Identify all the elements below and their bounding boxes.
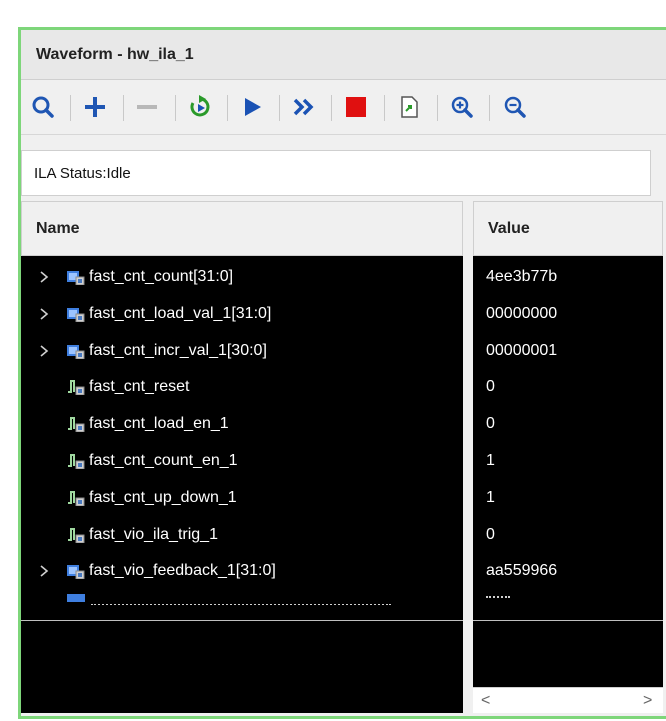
stop-icon[interactable] [338, 89, 374, 125]
expand-chevron-icon[interactable] [37, 341, 51, 361]
signal-value-row[interactable]: aa559966 [473, 553, 663, 589]
toolbar-separator [123, 95, 124, 121]
signal-value: aa559966 [486, 562, 558, 580]
signal-value: 1 [486, 452, 495, 469]
signal-row[interactable]: fast_cnt_count_en_1 [21, 443, 463, 479]
signal-value-row[interactable]: 1 [473, 443, 663, 479]
signal-row[interactable]: fast_cnt_incr_val_1[30:0] [21, 333, 463, 369]
signal-value-row[interactable]: 0 [473, 517, 663, 553]
plus-icon[interactable] [77, 89, 113, 125]
toolbar-separator [437, 95, 438, 121]
signal-name: fast_cnt_count[31:0] [89, 268, 234, 285]
signal-name: fast_cnt_up_down_1 [89, 488, 237, 506]
signal-name: fast_cnt_incr_val_1[30:0] [89, 341, 267, 359]
signal-value: 1 [486, 488, 495, 506]
signal-name: fast_vio_ila_trig_1 [89, 525, 218, 543]
name-column-label: Name [36, 220, 80, 237]
value-column-header[interactable]: Value [473, 201, 663, 256]
bit-signal-icon [67, 416, 85, 433]
signal-row[interactable]: fast_cnt_load_en_1 [21, 406, 463, 442]
fast-forward-icon[interactable] [286, 89, 322, 125]
signal-value-row[interactable]: 4ee3b77b [473, 259, 663, 295]
toolbar-separator [227, 95, 228, 121]
minus-icon[interactable] [129, 89, 165, 125]
bit-signal-icon [67, 379, 85, 396]
title-bar: Waveform - hw_ila_1 [21, 30, 666, 80]
signal-value-pane: Value 4ee3b77b 00000000 00000001 0 0 1 1 0 aa559… [473, 201, 663, 713]
run-trigger-immediate-icon[interactable] [182, 89, 218, 125]
search-icon[interactable] [25, 89, 61, 125]
toolbar-separator [279, 95, 280, 121]
signal-value: 0 [486, 378, 495, 396]
toolbar-separator [384, 95, 385, 121]
signal-value: 00000001 [486, 341, 558, 359]
clipped-value-row [486, 596, 510, 600]
signal-value: 4ee3b77b [486, 268, 558, 285]
bit-signal-icon [67, 453, 85, 470]
bus-signal-icon [67, 343, 85, 360]
toolbar-separator [70, 95, 71, 121]
signal-name: fast_cnt_count_en_1 [89, 452, 238, 469]
run-trigger-icon[interactable] [234, 89, 270, 125]
clipped-signal-row [67, 594, 397, 606]
horizontal-scrollbar[interactable]: < > [473, 687, 663, 713]
name-column-header[interactable]: Name [21, 201, 463, 256]
toolbar-separator [489, 95, 490, 121]
toolbar-separator [331, 95, 332, 121]
bus-signal-icon [67, 306, 85, 323]
window-title: Waveform - hw_ila_1 [36, 46, 194, 63]
waveform-window: Waveform - hw_ila_1 ILA Status:Idle Name… [0, 0, 666, 721]
signal-row[interactable]: fast_vio_feedback_1[31:0] [21, 553, 463, 589]
bit-signal-icon [67, 490, 85, 507]
bit-signal-icon [67, 527, 85, 544]
scroll-left-arrow[interactable]: < [481, 692, 490, 710]
waveform-panel: Waveform - hw_ila_1 ILA Status:Idle Name… [18, 27, 666, 719]
value-column-label: Value [488, 220, 530, 237]
pane-divider [21, 620, 463, 621]
signal-value: 00000000 [486, 304, 558, 322]
signal-value: 0 [486, 415, 495, 433]
expand-chevron-icon[interactable] [37, 561, 51, 581]
signal-value-row[interactable]: 1 [473, 480, 663, 516]
signal-row[interactable]: fast_cnt_up_down_1 [21, 480, 463, 516]
zoom-out-icon[interactable] [497, 89, 533, 125]
export-icon[interactable] [391, 89, 427, 125]
signal-row[interactable]: fast_vio_ila_trig_1 [21, 517, 463, 553]
scroll-right-arrow[interactable]: > [643, 692, 652, 710]
signal-name-pane: Name fast_cnt_count[31:0] fast_cnt_load_v… [21, 201, 463, 713]
signal-value: 0 [486, 525, 495, 543]
expand-chevron-icon[interactable] [37, 304, 51, 324]
signal-value-row[interactable]: 0 [473, 406, 663, 442]
ila-status-bar: ILA Status:Idle [21, 150, 651, 196]
signal-value-row[interactable]: 00000001 [473, 333, 663, 369]
zoom-in-icon[interactable] [444, 89, 480, 125]
ila-status-text: ILA Status:Idle [34, 165, 131, 182]
signal-row[interactable]: fast_cnt_count[31:0] [21, 259, 463, 295]
toolbar-separator [175, 95, 176, 121]
bus-signal-icon [67, 269, 85, 286]
signal-value-row[interactable]: 0 [473, 369, 663, 405]
pane-divider [473, 620, 663, 621]
signal-row[interactable]: fast_cnt_load_val_1[31:0] [21, 296, 463, 332]
expand-chevron-icon[interactable] [37, 267, 51, 287]
toolbar [21, 80, 666, 135]
signal-value-row[interactable]: 00000000 [473, 296, 663, 332]
bus-signal-icon [67, 563, 85, 580]
signal-name: fast_vio_feedback_1[31:0] [89, 562, 276, 580]
signal-name: fast_cnt_load_en_1 [89, 415, 229, 433]
signal-name: fast_cnt_load_val_1[31:0] [89, 304, 272, 322]
signal-row[interactable]: fast_cnt_reset [21, 369, 463, 405]
signal-name: fast_cnt_reset [89, 378, 190, 396]
